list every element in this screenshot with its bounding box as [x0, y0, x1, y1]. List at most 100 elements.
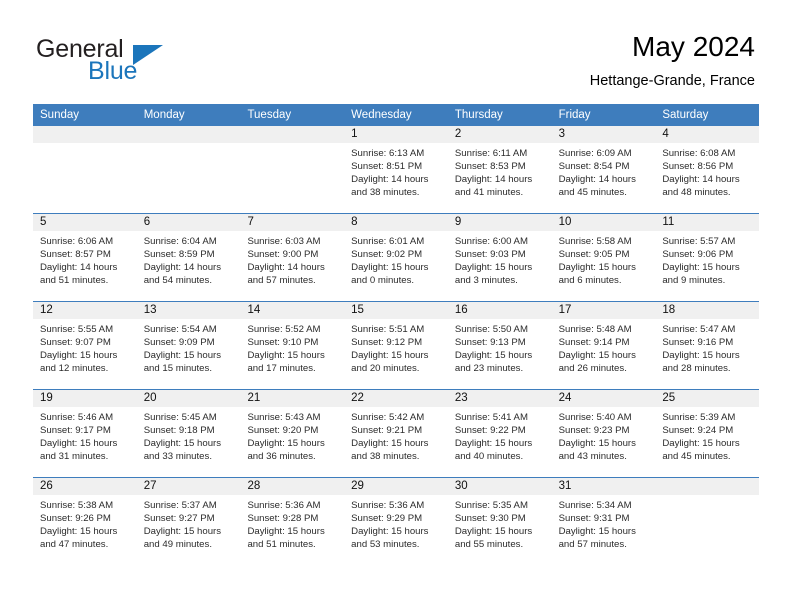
- day-detail-line: Sunset: 9:23 PM: [558, 425, 630, 437]
- day-cell[interactable]: Sunrise: 5:38 AM Sunset: 9:26 PM Daylight:…: [33, 495, 137, 565]
- day-number[interactable]: 19: [33, 390, 137, 407]
- day-number[interactable]: 2: [448, 126, 552, 143]
- day-cell[interactable]: Sunrise: 5:36 AM Sunset: 9:29 PM Daylight:…: [344, 495, 448, 565]
- day-number[interactable]: 7: [240, 214, 344, 231]
- day-number[interactable]: 26: [33, 478, 137, 495]
- day-detail-line: Sunset: 9:07 PM: [40, 337, 111, 349]
- day-detail-line: Sunset: 9:18 PM: [143, 425, 215, 437]
- day-number[interactable]: 20: [137, 390, 241, 407]
- weekday-header-friday: Friday: [558, 109, 591, 121]
- day-detail-line: Sunrise: 5:42 AM: [351, 412, 425, 423]
- day-cell[interactable]: Sunrise: 5:57 AM Sunset: 9:06 PM Daylight:…: [655, 231, 759, 301]
- day-number[interactable]: 10: [552, 214, 656, 231]
- day-number[interactable]: 27: [137, 478, 241, 495]
- day-cell[interactable]: Sunrise: 5:46 AM Sunset: 9:17 PM Daylight:…: [33, 407, 137, 477]
- day-number[interactable]: 28: [240, 478, 344, 495]
- day-detail-line: and 57 minutes.: [247, 275, 316, 287]
- day-cell[interactable]: Sunrise: 5:43 AM Sunset: 9:20 PM Daylight:…: [240, 407, 344, 477]
- day-number[interactable]: 30: [448, 478, 552, 495]
- day-detail-line: Daylight: 15 hours: [558, 526, 636, 538]
- day-number[interactable]: 21: [240, 390, 344, 407]
- day-cell[interactable]: Sunrise: 5:51 AM Sunset: 9:12 PM Daylight:…: [344, 319, 448, 389]
- day-detail-band: Sunrise: 5:46 AM Sunset: 9:17 PM Daylight:…: [33, 407, 759, 477]
- day-detail-line: Sunset: 9:10 PM: [247, 337, 319, 349]
- day-cell[interactable]: Sunrise: 5:35 AM Sunset: 9:30 PM Daylight:…: [448, 495, 552, 565]
- day-number[interactable]: 18: [655, 302, 759, 319]
- day-detail-line: Daylight: 14 hours: [143, 262, 222, 274]
- day-detail-line: and 0 minutes.: [351, 275, 415, 287]
- day-cell[interactable]: Sunrise: 5:40 AM Sunset: 9:23 PM Daylight:…: [552, 407, 656, 477]
- day-detail-line: and 43 minutes.: [558, 451, 627, 463]
- day-cell[interactable]: Sunrise: 5:52 AM Sunset: 9:10 PM Daylight:…: [240, 319, 344, 389]
- day-detail-line: Daylight: 15 hours: [40, 350, 118, 362]
- day-number[interactable]: 22: [344, 390, 448, 407]
- day-number[interactable]: 1: [344, 126, 448, 143]
- day-detail-line: Daylight: 15 hours: [247, 526, 325, 538]
- day-number[interactable]: 12: [33, 302, 137, 319]
- day-detail-line: Daylight: 15 hours: [143, 350, 222, 362]
- day-cell[interactable]: Sunrise: 6:04 AM Sunset: 8:59 PM Daylight:…: [137, 231, 241, 301]
- day-detail-line: Sunset: 8:51 PM: [351, 161, 423, 173]
- day-number-band: 19 20 21 22 23 24 25: [33, 390, 759, 407]
- brand-logo[interactable]: General Blue: [36, 36, 276, 94]
- day-number[interactable]: 15: [344, 302, 448, 319]
- day-number[interactable]: 6: [137, 214, 241, 231]
- day-number[interactable]: 16: [448, 302, 552, 319]
- day-cell[interactable]: Sunrise: 6:09 AM Sunset: 8:54 PM Daylight:…: [552, 143, 656, 213]
- day-number[interactable]: 14: [240, 302, 344, 319]
- day-detail-line: and 45 minutes.: [558, 187, 627, 199]
- day-detail-line: Sunrise: 5:43 AM: [247, 412, 321, 423]
- day-detail-line: Sunset: 9:31 PM: [558, 513, 630, 525]
- day-cell[interactable]: Sunrise: 5:55 AM Sunset: 9:07 PM Daylight:…: [33, 319, 137, 389]
- day-number[interactable]: 4: [655, 126, 759, 143]
- day-number[interactable]: 17: [552, 302, 656, 319]
- day-number[interactable]: 8: [344, 214, 448, 231]
- day-cell[interactable]: Sunrise: 6:00 AM Sunset: 9:03 PM Daylight:…: [448, 231, 552, 301]
- day-detail-line: and 31 minutes.: [40, 451, 109, 463]
- day-detail-line: Sunrise: 5:47 AM: [662, 324, 736, 335]
- day-number[interactable]: 29: [344, 478, 448, 495]
- day-detail-line: Daylight: 15 hours: [454, 526, 533, 538]
- day-cell[interactable]: Sunrise: 5:37 AM Sunset: 9:27 PM Daylight:…: [137, 495, 241, 565]
- day-cell[interactable]: Sunrise: 6:08 AM Sunset: 8:56 PM Daylight:…: [655, 143, 759, 213]
- day-cell[interactable]: Sunrise: 5:41 AM Sunset: 9:22 PM Daylight:…: [448, 407, 552, 477]
- day-cell[interactable]: Sunrise: 5:42 AM Sunset: 9:21 PM Daylight:…: [344, 407, 448, 477]
- day-cell[interactable]: Sunrise: 5:34 AM Sunset: 9:31 PM Daylight:…: [552, 495, 656, 565]
- day-cell[interactable]: Sunrise: 5:47 AM Sunset: 9:16 PM Daylight:…: [655, 319, 759, 389]
- weekday-header-tuesday: Tuesday: [247, 109, 292, 121]
- day-number[interactable]: 24: [552, 390, 656, 407]
- day-detail-line: Sunrise: 5:45 AM: [143, 412, 217, 423]
- calendar-weeks: 1 2 3 4 Sunrise: 6:13 AM Sunset: 8:51 PM Dayli…: [33, 126, 759, 565]
- day-cell[interactable]: Sunrise: 6:01 AM Sunset: 9:02 PM Daylight:…: [344, 231, 448, 301]
- day-cell[interactable]: Sunrise: 5:48 AM Sunset: 9:14 PM Daylight:…: [552, 319, 656, 389]
- day-detail-line: Sunrise: 5:40 AM: [558, 412, 632, 423]
- day-cell[interactable]: Sunrise: 5:50 AM Sunset: 9:13 PM Daylight:…: [448, 319, 552, 389]
- day-cell[interactable]: Sunrise: 5:58 AM Sunset: 9:05 PM Daylight:…: [552, 231, 656, 301]
- location-subtitle: Hettange-Grande, France: [589, 73, 755, 89]
- day-detail-band: Sunrise: 6:13 AM Sunset: 8:51 PM Daylight:…: [33, 143, 759, 213]
- day-number[interactable]: 31: [552, 478, 656, 495]
- day-number[interactable]: 13: [137, 302, 241, 319]
- day-number[interactable]: 25: [655, 390, 759, 407]
- day-cell[interactable]: Sunrise: 6:03 AM Sunset: 9:00 PM Daylight:…: [240, 231, 344, 301]
- day-number[interactable]: 5: [33, 214, 137, 231]
- day-detail-line: Sunrise: 5:35 AM: [454, 500, 528, 511]
- day-cell[interactable]: Sunrise: 6:13 AM Sunset: 8:51 PM Daylight:…: [344, 143, 448, 213]
- day-detail-line: Sunset: 9:05 PM: [558, 249, 630, 261]
- day-number[interactable]: 3: [552, 126, 656, 143]
- day-detail-line: and 51 minutes.: [40, 275, 109, 287]
- day-cell[interactable]: Sunrise: 5:45 AM Sunset: 9:18 PM Daylight:…: [137, 407, 241, 477]
- brand-name-blue: Blue: [88, 57, 138, 85]
- day-cell[interactable]: Sunrise: 5:39 AM Sunset: 9:24 PM Daylight:…: [655, 407, 759, 477]
- day-number[interactable]: 9: [448, 214, 552, 231]
- day-cell[interactable]: Sunrise: 5:36 AM Sunset: 9:28 PM Daylight:…: [240, 495, 344, 565]
- day-number[interactable]: 23: [448, 390, 552, 407]
- day-detail-line: Daylight: 14 hours: [454, 174, 533, 186]
- day-cell[interactable]: Sunrise: 6:11 AM Sunset: 8:53 PM Daylight:…: [448, 143, 552, 213]
- day-detail-line: Daylight: 14 hours: [558, 174, 636, 186]
- day-number[interactable]: 11: [655, 214, 759, 231]
- day-detail-line: Sunset: 9:03 PM: [454, 249, 526, 261]
- day-detail-line: Sunset: 9:02 PM: [351, 249, 423, 261]
- day-cell[interactable]: Sunrise: 5:54 AM Sunset: 9:09 PM Daylight:…: [137, 319, 241, 389]
- day-cell[interactable]: Sunrise: 6:06 AM Sunset: 8:57 PM Daylight:…: [33, 231, 137, 301]
